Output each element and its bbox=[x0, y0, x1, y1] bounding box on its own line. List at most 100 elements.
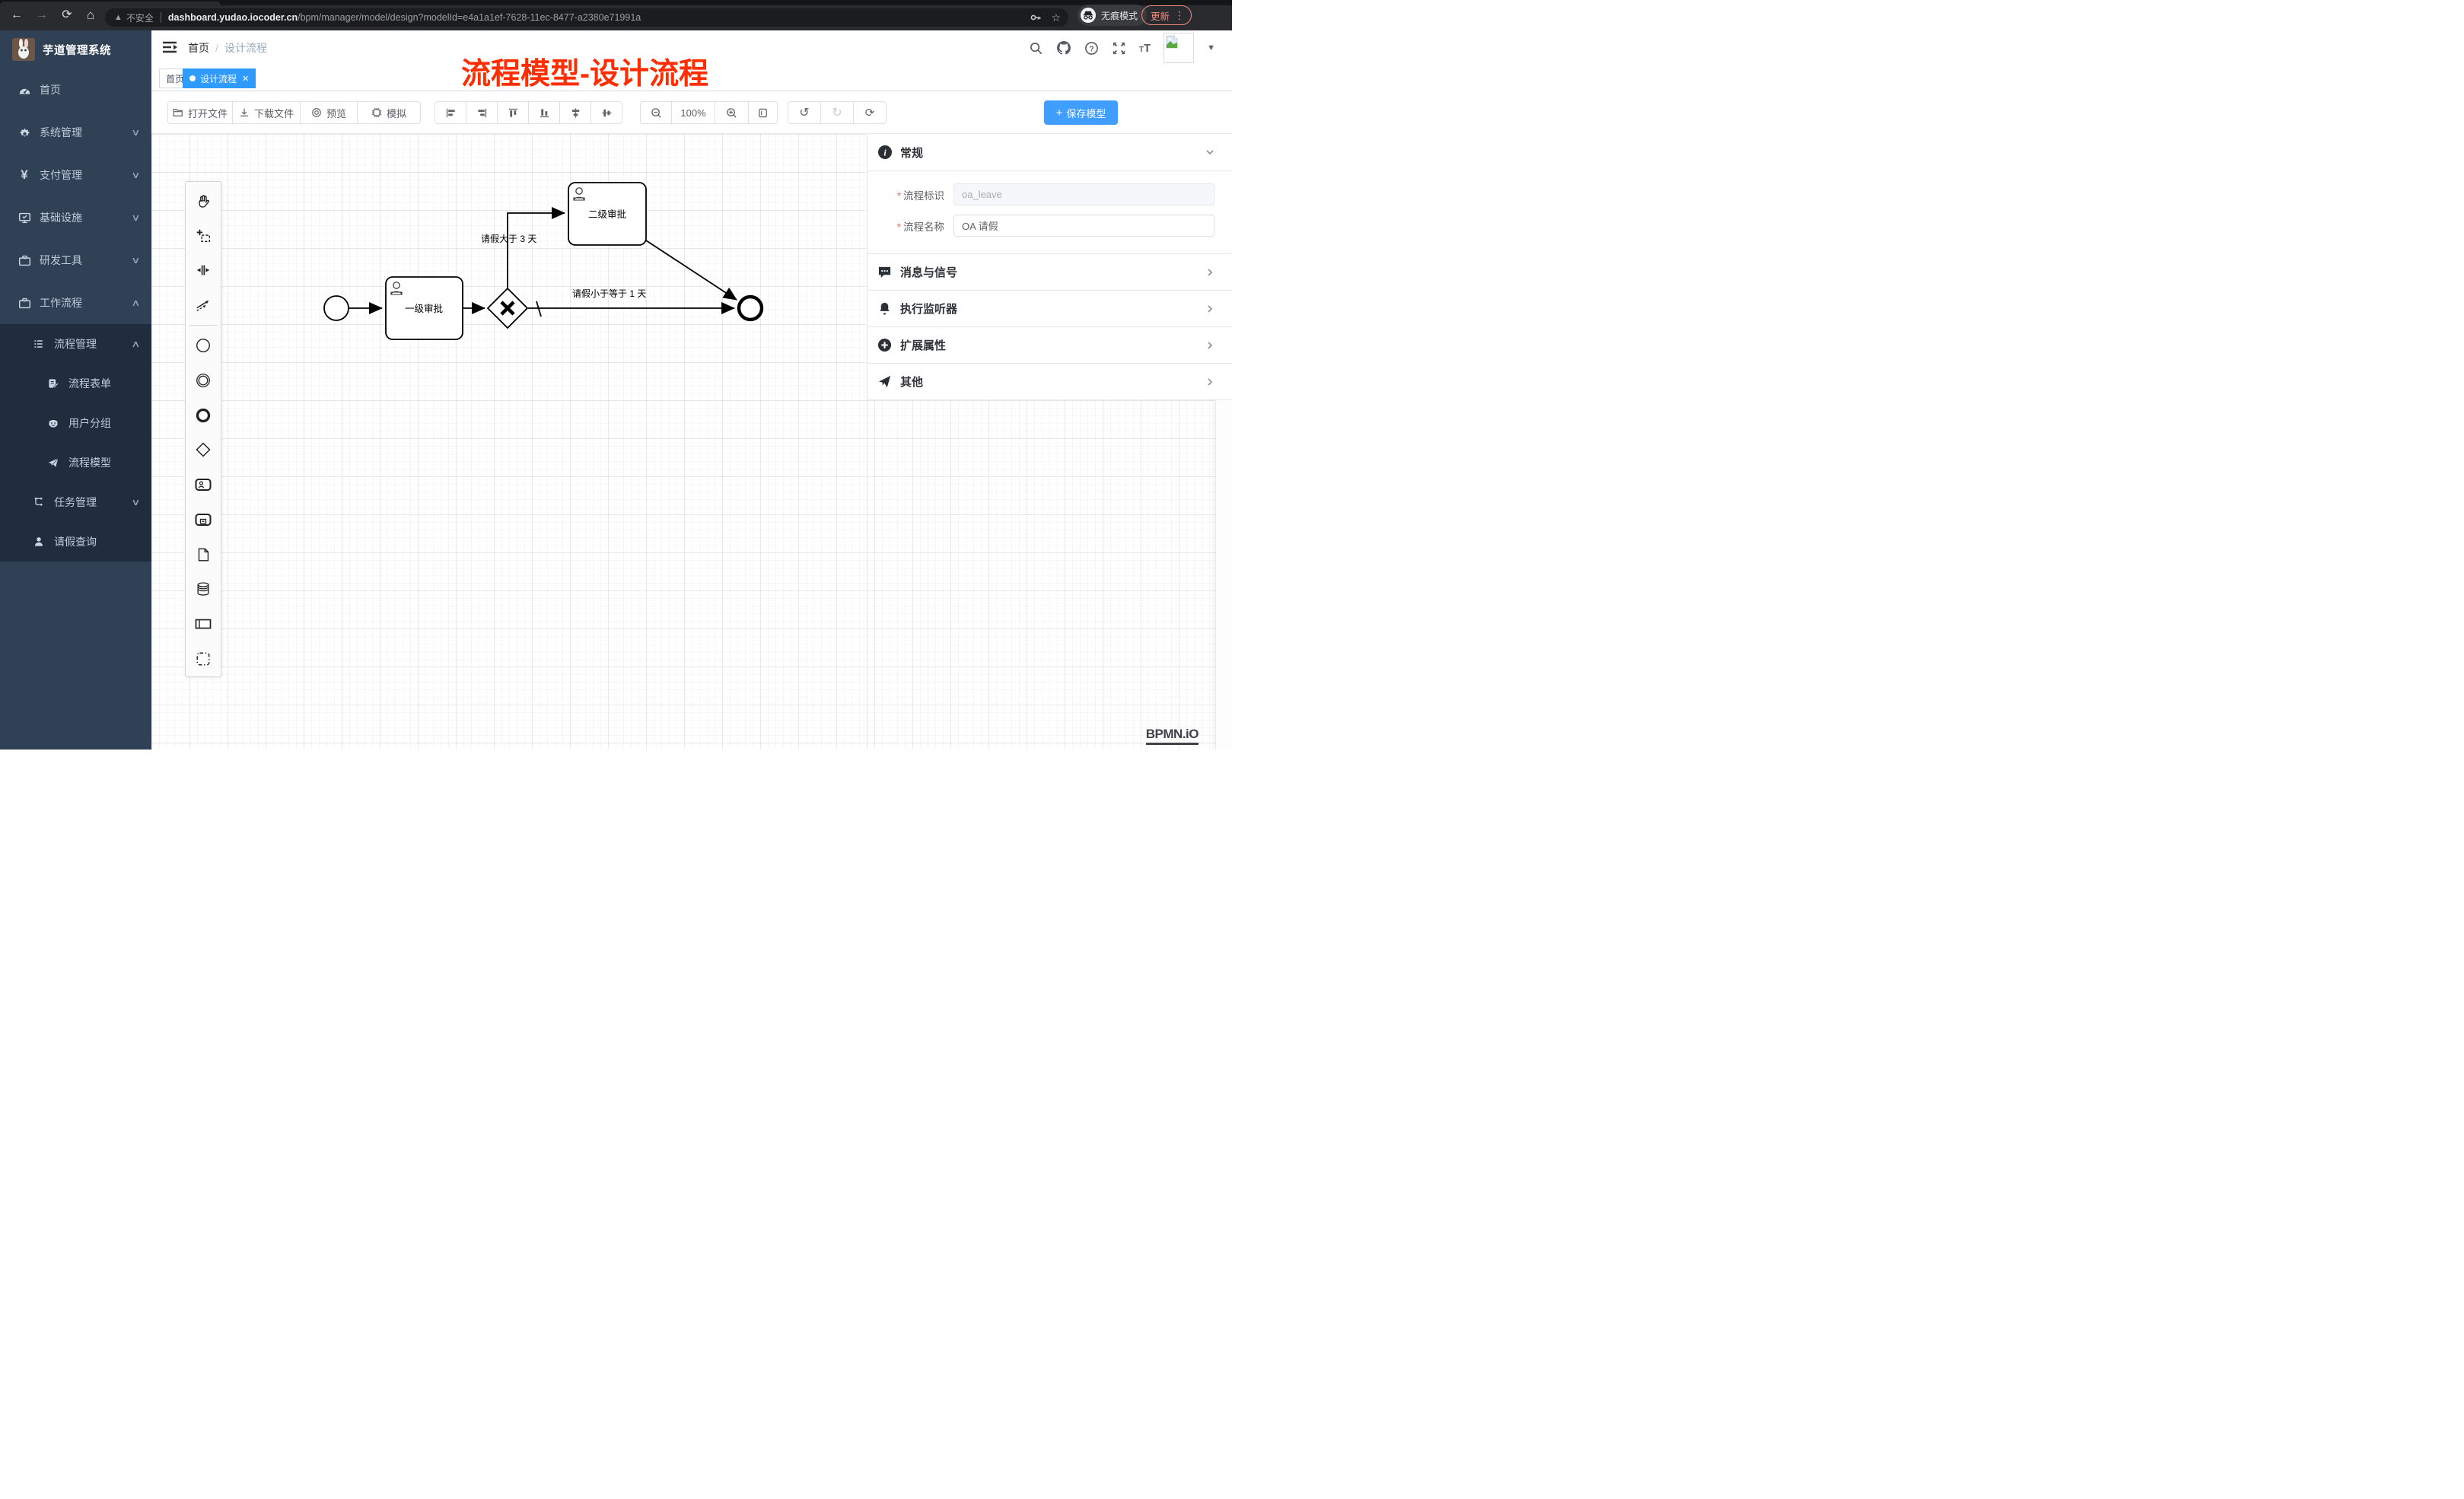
simulate-button[interactable]: 模拟 bbox=[357, 101, 421, 124]
monitor-check-icon bbox=[15, 208, 33, 227]
sidebar-item-process-mgmt[interactable]: 流程管理 ∧ bbox=[0, 324, 151, 364]
align-top-button[interactable] bbox=[497, 101, 529, 124]
properties-panel: i 常规 *流程标识 *流程名称 消息与信号 执行监听器 扩 bbox=[867, 134, 1232, 750]
end-event[interactable] bbox=[739, 297, 762, 320]
key-icon[interactable] bbox=[1030, 11, 1042, 24]
sidebar-item-process-form[interactable]: 流程表单 bbox=[0, 364, 151, 403]
task-level1-approval[interactable]: 一级审批 bbox=[386, 277, 463, 339]
align-center-v-button[interactable] bbox=[591, 101, 622, 124]
zoom-out-button[interactable] bbox=[640, 101, 672, 124]
sidebar-item-payment[interactable]: ¥ 支付管理 ∨ bbox=[0, 154, 151, 196]
exclusive-gateway[interactable] bbox=[488, 288, 527, 328]
browser-update-button[interactable]: 更新 ⋮ bbox=[1141, 5, 1192, 25]
process-key-input[interactable] bbox=[953, 183, 1214, 205]
address-bar[interactable]: ▲ 不安全 dashboard.yudao.iocoder.cn/bpm/man… bbox=[105, 8, 1068, 27]
search-icon[interactable] bbox=[1029, 41, 1043, 56]
update-label: 更新 bbox=[1151, 8, 1170, 23]
browser-active-tab[interactable] bbox=[0, 2, 221, 5]
paper-plane-icon bbox=[44, 454, 62, 472]
close-icon[interactable]: ✕ bbox=[242, 74, 249, 84]
align-center-h-button[interactable] bbox=[559, 101, 591, 124]
browser-forward-icon[interactable]: → bbox=[33, 7, 50, 24]
browser-tabstrip bbox=[0, 0, 1232, 5]
zoom-button-group: 100% bbox=[640, 101, 778, 124]
sidebar-item-leave-query[interactable]: 请假查询 bbox=[0, 522, 151, 562]
security-label[interactable]: 不安全 bbox=[126, 11, 154, 24]
sidebar-item-workflow[interactable]: 工作流程 ∧ bbox=[0, 282, 151, 324]
browser-home-icon[interactable]: ⌂ bbox=[82, 7, 99, 24]
section-execution-listener[interactable]: 执行监听器 bbox=[867, 291, 1232, 327]
url-path[interactable]: /bpm/manager/model/design?modelId=e4a1a1… bbox=[298, 12, 641, 23]
preview-button[interactable]: 预览 bbox=[300, 101, 358, 124]
briefcase-icon bbox=[15, 251, 33, 269]
sidebar-item-label: 系统管理 bbox=[40, 125, 82, 140]
redo-button[interactable]: ↻ bbox=[820, 101, 854, 124]
flow-gateway-to-task2[interactable] bbox=[508, 213, 565, 288]
button-label: 保存模型 bbox=[1066, 106, 1106, 120]
sidebar-item-label: 流程管理 bbox=[54, 336, 97, 352]
section-label: 常规 bbox=[900, 145, 923, 161]
download-file-button[interactable]: 下载文件 bbox=[232, 101, 301, 124]
zoom-level[interactable]: 100% bbox=[671, 101, 715, 124]
zoom-value: 100% bbox=[680, 107, 705, 119]
sidebar-item-home[interactable]: 首页 bbox=[0, 68, 151, 111]
flow-task2-to-end[interactable] bbox=[646, 240, 737, 300]
browser-reload-icon[interactable]: ⟳ bbox=[59, 7, 75, 24]
browser-menu-icon[interactable]: ⋮ bbox=[1174, 9, 1185, 22]
process-name-input[interactable] bbox=[953, 215, 1214, 237]
svg-text:二级审批: 二级审批 bbox=[588, 208, 626, 220]
sidebar-item-user-group[interactable]: 用户分组 bbox=[0, 403, 151, 443]
annotation-title: 流程模型-设计流程 bbox=[461, 50, 708, 93]
button-label: 打开文件 bbox=[188, 106, 228, 120]
task-level2-approval[interactable]: 二级审批 bbox=[568, 183, 646, 245]
zoom-reset-button[interactable] bbox=[748, 101, 778, 124]
font-size-icon[interactable]: TT bbox=[1139, 42, 1151, 55]
chevron-up-icon: ∧ bbox=[131, 298, 140, 308]
sidebar-item-infra[interactable]: 基础设施 ∨ bbox=[0, 196, 151, 239]
sidebar-item-task-mgmt[interactable]: 任务管理 ∨ bbox=[0, 482, 151, 522]
browser-chrome: ← → ⟳ ⌂ ▲ 不安全 dashboard.yudao.iocoder.cn… bbox=[0, 0, 1232, 30]
breadcrumb-home[interactable]: 首页 bbox=[188, 40, 209, 56]
save-model-button[interactable]: + 保存模型 bbox=[1044, 100, 1118, 125]
align-left-button[interactable] bbox=[435, 101, 466, 124]
sidebar-item-label: 流程模型 bbox=[68, 455, 111, 470]
flow-label-le1[interactable]: 请假小于等于 1 天 bbox=[572, 288, 646, 299]
tab-label: 首页 bbox=[166, 72, 184, 85]
section-messages-signals[interactable]: 消息与信号 bbox=[867, 254, 1232, 291]
sidebar-item-label: 首页 bbox=[40, 82, 61, 97]
fullscreen-icon[interactable] bbox=[1112, 41, 1126, 56]
align-right-button[interactable] bbox=[466, 101, 498, 124]
help-icon[interactable]: ? bbox=[1084, 41, 1099, 56]
github-icon[interactable] bbox=[1056, 40, 1071, 56]
avatar[interactable] bbox=[1164, 33, 1194, 63]
avatar-dropdown-icon[interactable]: ▼ bbox=[1207, 43, 1215, 53]
section-label: 其他 bbox=[900, 374, 923, 390]
required-mark: * bbox=[897, 190, 901, 202]
restart-button[interactable]: ⟳ bbox=[853, 101, 887, 124]
start-event[interactable] bbox=[324, 296, 349, 320]
tab-design-process[interactable]: 设计流程 ✕ bbox=[183, 68, 256, 88]
section-extended-properties[interactable]: 扩展属性 bbox=[867, 327, 1232, 364]
open-file-button[interactable]: 打开文件 bbox=[167, 101, 233, 124]
zoom-in-button[interactable] bbox=[715, 101, 749, 124]
chevron-down-icon: ∨ bbox=[131, 497, 140, 508]
sidebar-item-devtools[interactable]: 研发工具 ∨ bbox=[0, 239, 151, 282]
send-icon bbox=[877, 374, 893, 390]
history-button-group: ↺ ↻ ⟳ bbox=[788, 101, 887, 124]
app-logo[interactable]: 芋道管理系统 bbox=[0, 30, 151, 68]
align-bottom-button[interactable] bbox=[528, 101, 560, 124]
active-dot-icon bbox=[189, 75, 196, 81]
sidebar-item-system[interactable]: 系统管理 ∨ bbox=[0, 111, 151, 154]
sidebar: 芋道管理系统 首页 系统管理 ∨ ¥ 支付管理 ∨ 基础设施 ∨ 研发工具 ∨ bbox=[0, 30, 151, 750]
section-other[interactable]: 其他 bbox=[867, 364, 1232, 400]
url-domain[interactable]: dashboard.yudao.iocoder.cn bbox=[168, 12, 298, 23]
security-warning-icon: ▲ bbox=[114, 13, 123, 22]
bookmark-star-icon[interactable]: ☆ bbox=[1051, 11, 1061, 24]
collapse-sidebar-icon[interactable] bbox=[160, 37, 181, 59]
browser-back-icon[interactable]: ← bbox=[8, 7, 25, 24]
field-process-key: *流程标识 bbox=[867, 183, 1232, 205]
sidebar-item-process-model[interactable]: 流程模型 bbox=[0, 443, 151, 482]
flow-label-gt3[interactable]: 请假大于 3 天 bbox=[481, 234, 536, 244]
undo-button[interactable]: ↺ bbox=[788, 101, 821, 124]
section-general[interactable]: i 常规 bbox=[867, 134, 1232, 171]
